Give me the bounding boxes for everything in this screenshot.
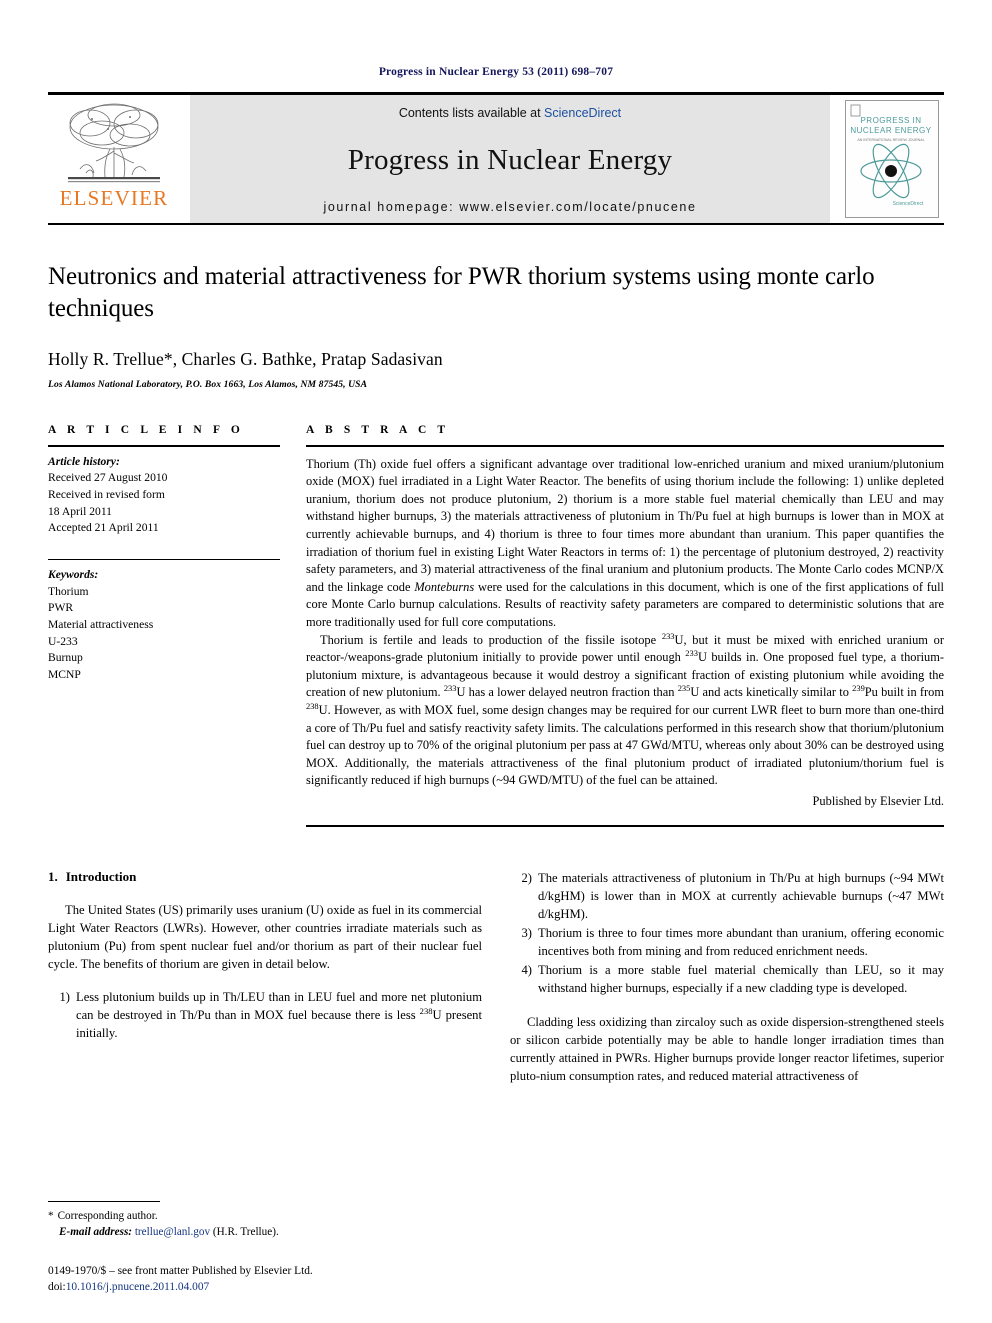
abstract-p1-part-a: Thorium (Th) oxide fuel offers a signifi… bbox=[306, 456, 944, 594]
history-line: Received in revised form bbox=[48, 487, 165, 501]
isotope-superscript: 239 bbox=[852, 683, 865, 694]
list-marker: 1) bbox=[59, 990, 71, 1005]
journal-banner: Contents lists available at ScienceDirec… bbox=[190, 95, 830, 223]
abstract-body: Thorium (Th) oxide fuel offers a signifi… bbox=[306, 447, 944, 811]
sciencedirect-link[interactable]: ScienceDirect bbox=[544, 106, 621, 120]
keyword-item: Thorium bbox=[48, 584, 89, 598]
abstract-p2-part-a: Thorium is fertile and leads to producti… bbox=[320, 632, 662, 647]
abstract-rule-bottom bbox=[306, 824, 944, 827]
isotope-superscript: 233 bbox=[661, 630, 675, 641]
running-head: Progress in Nuclear Energy 53 (2011) 698… bbox=[378, 66, 614, 78]
elsevier-wordmark: ELSEVIER bbox=[59, 186, 169, 210]
section-number: 1. bbox=[48, 868, 58, 884]
isotope-superscript: 233 bbox=[443, 683, 457, 694]
section-heading-introduction: 1. Introduction bbox=[48, 869, 482, 885]
abstract-code-name: Monteburns bbox=[414, 579, 475, 594]
introduction-paragraph: The United States (US) primarily uses ur… bbox=[48, 902, 482, 972]
keyword-item: Burnup bbox=[48, 651, 83, 665]
contents-lists-line: Contents lists available at ScienceDirec… bbox=[399, 106, 621, 120]
list-item: 3) Thorium is three to four times more a… bbox=[510, 924, 945, 960]
svg-text:AN INTERNATIONAL REVIEW JOURNA: AN INTERNATIONAL REVIEW JOURNAL bbox=[857, 138, 924, 142]
benefits-list-right: 2) The materials attractiveness of pluto… bbox=[510, 869, 945, 998]
elsevier-tree-icon bbox=[68, 103, 160, 183]
abstract-heading: A B S T R A C T bbox=[306, 423, 450, 436]
abstract-paragraph-2: Thorium is fertile and leads to producti… bbox=[306, 630, 944, 790]
keyword-item: Material attractiveness bbox=[48, 618, 154, 631]
isotope-superscript: 235 bbox=[677, 683, 691, 694]
list-item: 2) The materials attractiveness of pluto… bbox=[510, 869, 945, 923]
keywords-block: Keywords: Thorium PWR Material attractiv… bbox=[48, 560, 280, 684]
list-item-text: Less plutonium builds up in Th/LEU than … bbox=[76, 988, 482, 1042]
published-by: Published by Elsevier Ltd. bbox=[812, 794, 944, 809]
abstract-paragraph-1: Thorium (Th) oxide fuel offers a signifi… bbox=[306, 456, 944, 632]
issn-block: 0149-1970/$ – see front matter Published… bbox=[48, 1263, 464, 1296]
email-label: E-mail address: bbox=[59, 1226, 133, 1239]
journal-cover-image: PROGRESS IN NUCLEAR ENERGY AN INTERNATIO… bbox=[845, 100, 939, 218]
benefits-list-left: 1) Less plutonium builds up in Th/LEU th… bbox=[48, 988, 483, 1042]
abstract-p2-part-g: U. However, as with MOX fuel, some desig… bbox=[306, 703, 944, 788]
svg-text:PROGRESS IN: PROGRESS IN bbox=[860, 116, 921, 125]
abstract-p2-part-f: Pu built in from bbox=[864, 685, 944, 700]
title-block: Neutronics and material attractiveness f… bbox=[48, 261, 944, 390]
article-page: Progress in Nuclear Energy 53 (2011) 698… bbox=[0, 0, 992, 1323]
footnote-star: * bbox=[48, 1210, 54, 1223]
list-item: 1) Less plutonium builds up in Th/LEU th… bbox=[48, 988, 483, 1042]
isotope-superscript: 233 bbox=[685, 648, 698, 659]
corresponding-author-note: * Corresponding author. bbox=[48, 1209, 464, 1225]
svg-text:ScienceDirect: ScienceDirect bbox=[893, 201, 924, 207]
contents-lists-prefix: Contents lists available at bbox=[398, 106, 545, 120]
elsevier-logo: ELSEVIER bbox=[48, 95, 180, 223]
isotope-superscript: 238 bbox=[419, 1006, 433, 1017]
journal-title: Progress in Nuclear Energy bbox=[347, 143, 673, 176]
doi-link[interactable]: 10.1016/j.pnucene.2011.04.007 bbox=[66, 1281, 210, 1293]
journal-masthead: ELSEVIER Contents lists available at Sci… bbox=[48, 92, 944, 225]
keyword-item: MCNP bbox=[48, 668, 81, 682]
list-marker: 4) bbox=[521, 963, 533, 978]
body-columns: 1. Introduction The United States (US) pr… bbox=[48, 869, 944, 1085]
body-column-left: 1. Introduction The United States (US) pr… bbox=[48, 869, 482, 1085]
abstract-p2-part-e: U and acts kinetically similar to bbox=[690, 685, 853, 700]
corresponding-author-text: Corresponding author. bbox=[57, 1210, 158, 1223]
footnote-area: * Corresponding author. E-mail address: t… bbox=[48, 1201, 464, 1296]
info-abstract-row: A R T I C L E I N F O Article history: R… bbox=[48, 424, 944, 827]
email-link[interactable]: trellue@lanl.gov bbox=[135, 1226, 210, 1238]
list-marker: 3) bbox=[521, 926, 533, 941]
doi-line: doi:10.1016/j.pnucene.2011.04.007 bbox=[48, 1279, 464, 1296]
cladding-paragraph: Cladding less oxidizing than zircaloy su… bbox=[510, 1014, 944, 1083]
history-line: Accepted 21 April 2011 bbox=[48, 521, 159, 535]
list-item-text: Thorium is a more stable fuel material c… bbox=[538, 963, 944, 996]
abstract-column: A B S T R A C T Thorium (Th) oxide fuel … bbox=[306, 424, 944, 827]
article-info-heading: A R T I C L E I N F O bbox=[48, 423, 244, 436]
list-item-text: Thorium is three to four times more abun… bbox=[538, 926, 944, 959]
footnote-divider bbox=[48, 1201, 160, 1203]
body-column-right: 2) The materials attractiveness of pluto… bbox=[510, 869, 944, 1085]
article-history-label: Article history: bbox=[48, 454, 120, 468]
isotope-superscript: 238 bbox=[306, 700, 319, 711]
email-suffix: (H.R. Trellue). bbox=[212, 1226, 279, 1239]
keyword-item: PWR bbox=[48, 601, 74, 615]
journal-cover-art: PROGRESS IN NUCLEAR ENERGY AN INTERNATIO… bbox=[846, 101, 936, 215]
section-title: Introduction bbox=[65, 868, 137, 884]
journal-homepage-line[interactable]: journal homepage: www.elsevier.com/locat… bbox=[323, 200, 696, 214]
affiliation: Los Alamos National Laboratory, P.O. Box… bbox=[48, 378, 368, 390]
author-list: Holly R. Trellue*, Charles G. Bathke, Pr… bbox=[48, 348, 443, 369]
email-note: E-mail address: trellue@lanl.gov (H.R. T… bbox=[48, 1225, 464, 1241]
keywords-label: Keywords: bbox=[48, 567, 99, 581]
doi-prefix: doi: bbox=[48, 1281, 66, 1294]
history-line: Received 27 August 2010 bbox=[48, 471, 168, 485]
list-item-text: The materials attractiveness of plutoniu… bbox=[538, 870, 944, 921]
article-history: Article history: Received 27 August 2010… bbox=[48, 447, 280, 537]
list-marker: 2) bbox=[521, 870, 533, 885]
abstract-p2-part-d: U has a lower delayed neutron fraction t… bbox=[456, 685, 678, 700]
list-item: 4) Thorium is a more stable fuel materia… bbox=[510, 961, 945, 997]
journal-cover-thumbnail[interactable]: PROGRESS IN NUCLEAR ENERGY AN INTERNATIO… bbox=[840, 95, 944, 223]
svg-text:NUCLEAR ENERGY: NUCLEAR ENERGY bbox=[850, 126, 931, 135]
page-title: Neutronics and material attractiveness f… bbox=[48, 263, 875, 322]
history-line: 18 April 2011 bbox=[48, 504, 112, 518]
keyword-item: U-233 bbox=[48, 634, 78, 648]
article-info-column: A R T I C L E I N F O Article history: R… bbox=[48, 424, 280, 827]
issn-line: 0149-1970/$ – see front matter Published… bbox=[48, 1264, 313, 1277]
